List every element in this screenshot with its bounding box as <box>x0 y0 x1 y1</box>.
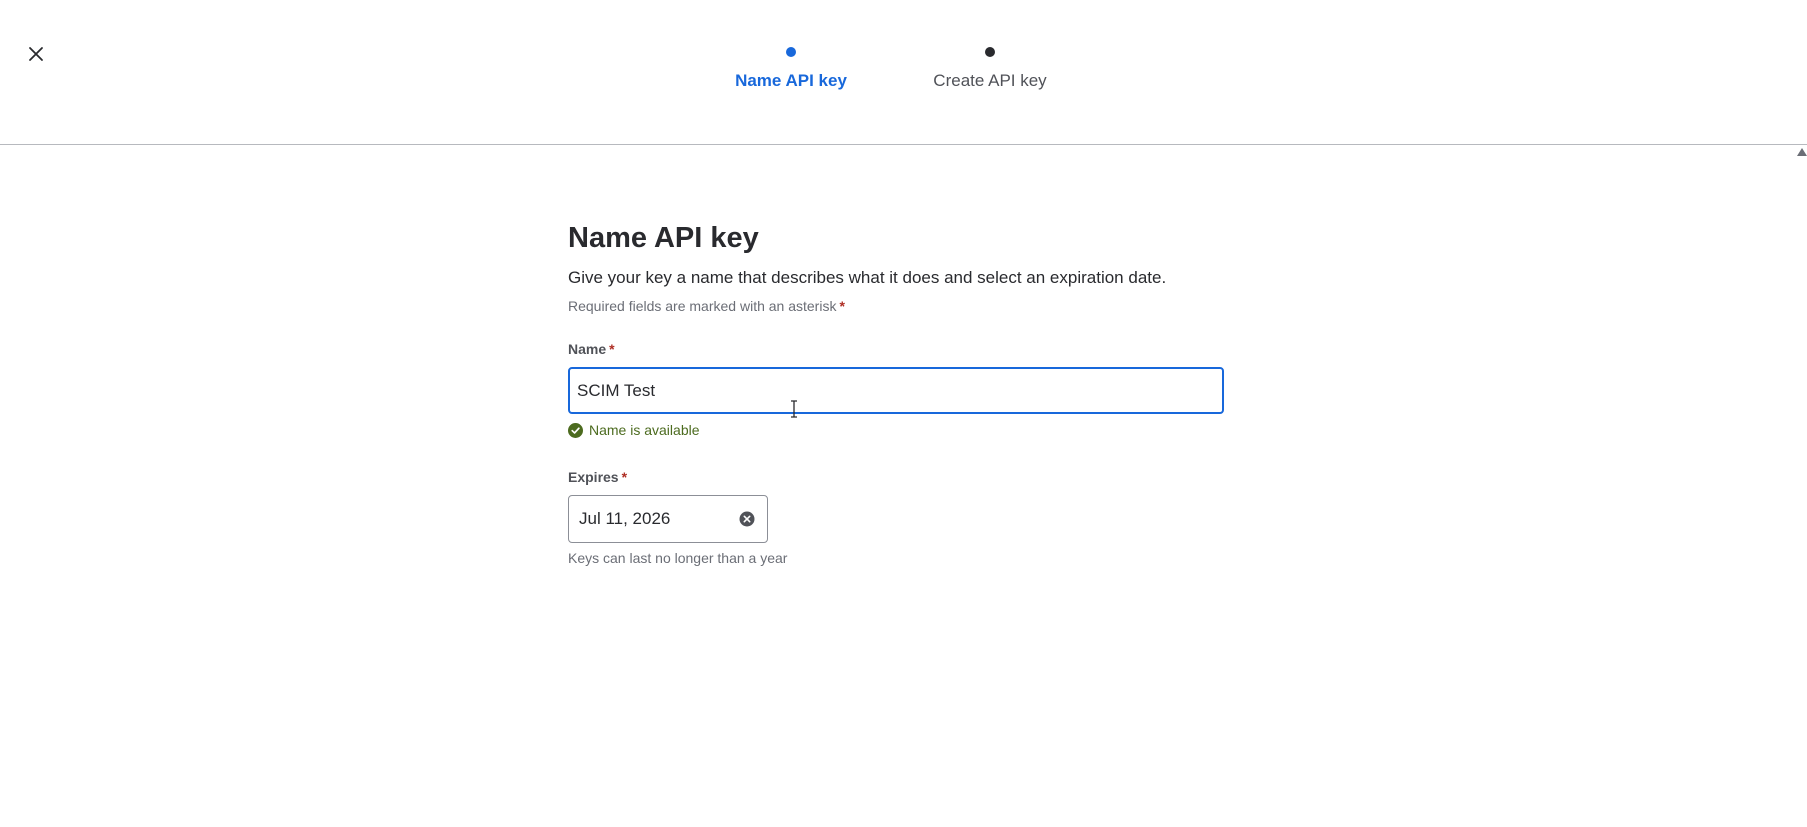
check-circle-icon <box>568 422 583 438</box>
page-description: Give your key a name that describes what… <box>568 268 1167 287</box>
name-api-key-form: Name API key Give your key a name that d… <box>568 218 1224 567</box>
required-asterisk: * <box>839 298 845 314</box>
step-label: Name API key <box>735 71 847 90</box>
step-name-api-key[interactable]: Name API key <box>701 45 881 91</box>
page-title: Name API key <box>568 222 759 254</box>
required-fields-note: Required fields are marked with an aster… <box>568 297 1224 315</box>
clear-date-button[interactable] <box>739 511 755 527</box>
step-label: Create API key <box>933 71 1047 90</box>
expires-label-text: Expires <box>568 469 619 485</box>
required-asterisk: * <box>621 469 628 485</box>
name-field-group: Name* Name is available <box>568 340 1224 439</box>
required-note-text: Required fields are marked with an aster… <box>568 298 837 314</box>
validation-text: Name is available <box>589 422 700 438</box>
step-dot <box>985 47 995 57</box>
clear-circle-icon <box>739 511 755 527</box>
expires-helper-text: Keys can last no longer than a year <box>568 550 788 566</box>
scrollbar-up-arrow[interactable] <box>1797 148 1807 156</box>
text-cursor-icon <box>791 400 797 418</box>
name-label: Name * <box>568 341 615 357</box>
required-asterisk: * <box>609 341 615 357</box>
progress-stepper: Name API key Create API key <box>0 45 1807 105</box>
expires-field-group: Expires * Jul 11, 2026 Keys can last no l… <box>568 468 1224 567</box>
expires-label: Expires * <box>568 469 627 485</box>
step-dot-active <box>786 47 796 57</box>
name-label-text: Name <box>568 341 607 357</box>
name-input[interactable] <box>568 367 1224 414</box>
dialog-header: Name API key Create API key <box>0 0 1807 145</box>
step-create-api-key[interactable]: Create API key <box>900 45 1080 91</box>
name-validation-message: Name is available <box>568 421 1224 439</box>
expires-date-value: Jul 11, 2026 <box>579 509 671 528</box>
expires-date-picker[interactable]: Jul 11, 2026 <box>568 495 768 543</box>
